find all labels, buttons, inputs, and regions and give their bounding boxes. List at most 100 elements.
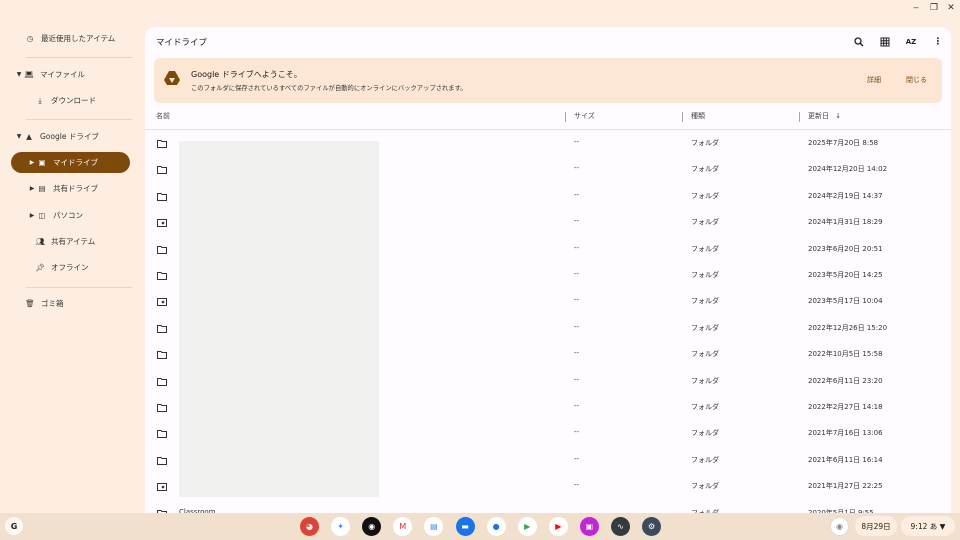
sidebar-item-shared-items[interactable]: 👥︎ 共有アイテム [34,231,153,252]
file-modified: 2021年1月27日 22:25 [808,482,883,491]
more-options-icon[interactable]: ⋮ [931,35,945,49]
minimize-button[interactable]: ‒ [909,3,923,13]
folder-icon [157,192,167,201]
file-type: フォルダ [691,244,719,253]
sort-az-icon[interactable]: AZ [904,35,918,49]
page-title: マイドライブ [156,38,208,48]
search-icon[interactable] [852,35,866,49]
gemini-app-icon[interactable]: ✦ [331,517,351,536]
drive-icon: ▲ [26,132,32,141]
files-app-icon[interactable]: ▬ [455,517,475,536]
file-modified: 2023年6月20日 20:51 [808,244,883,253]
sidebar-item-my-drive[interactable]: ▶ ▣ マイドライブ [11,152,130,173]
messages-app-icon[interactable]: ● [486,517,506,536]
sidebar-item-computers[interactable]: ▶ ◫ パソコン [11,205,130,226]
column-resize-handle[interactable] [565,112,566,122]
ime-indicator: あ [929,521,938,531]
file-modified: 2024年12月20日 14:02 [808,165,888,174]
restore-button[interactable]: ❐ [927,3,941,13]
file-modified: 2021年6月11日 16:14 [808,455,883,464]
wifi-icon: ▼ [939,521,946,531]
clock: 9:12 [910,521,928,531]
chrome-app-icon[interactable]: ◕ [300,517,319,536]
file-size: -- [574,322,580,331]
avatar[interactable]: ◉ [830,517,849,536]
folder-icon [157,140,167,148]
folder-icon [157,324,167,333]
column-header-name[interactable]: 名前 [156,111,170,121]
shared-folder-icon [157,298,167,307]
caret-right-icon[interactable]: ▶ [28,212,36,219]
grid-view-icon[interactable] [878,35,892,49]
settings-app-icon[interactable]: ⚙ [642,517,662,536]
redacted-names-placeholder [179,141,379,497]
file-modified: 2022年2月27日 14:18 [808,403,883,411]
file-list-panel: マイドライブ AZ ⋮ Google ドライブへようこそ。 このフォルダに保存さ… [145,27,951,517]
sidebar-item-downloads[interactable]: ⤓ ダウンロード [34,90,153,111]
file-type: フォルダ [691,455,719,464]
sidebar-item-google-drive[interactable]: ▼ ▲ Google ドライブ [15,126,134,147]
file-type: フォルダ [691,403,719,411]
folder-icon [157,456,167,465]
folder-icon [157,377,167,386]
shared-drive-icon: ▤ [38,184,46,193]
label: ゴミ箱 [41,299,64,308]
caret-down-icon[interactable]: ▼ [15,71,23,78]
youtube-app-icon[interactable]: ▶ [548,517,568,536]
label: マイファイル [40,70,85,79]
file-type: フォルダ [691,271,719,279]
label: オフライン [51,263,89,272]
date-tray[interactable]: 8月29日 [855,516,897,536]
trash-icon: 🗑︎ [25,299,35,308]
sidebar-item-shared-drives[interactable]: ▶ ▤ 共有ドライブ [11,178,130,199]
file-type: フォルダ [691,218,719,227]
column-resize-handle[interactable] [682,112,683,122]
file-type: フォルダ [691,350,719,359]
window-titlebar: ‒ ❐ ✕ [0,0,960,20]
meet-app-icon[interactable]: ▶ [517,517,537,536]
launcher-button[interactable]: G [5,517,23,535]
column-header-type[interactable]: 種類 [691,111,705,121]
sidebar-item-trash[interactable]: 🗑︎ ゴミ箱 [24,293,143,314]
sidebar: ◷ 最近使用したアイテム ▼ 💻︎ マイファイル ⤓ ダウンロード ▼ ▲ Google ド… [0,20,145,513]
welcome-banner: Google ドライブへようこそ。 このフォルダに保存されているすべてのファイル… [154,58,942,103]
sidebar-item-offline[interactable]: 📌︎ オフライン [34,257,153,278]
file-size: -- [574,138,580,146]
close-button[interactable]: ✕ [944,3,958,13]
dismiss-button[interactable]: 閉じる [906,75,927,85]
divider [26,57,132,58]
details-button[interactable]: 詳細 [867,75,881,85]
folder-icon [157,404,167,412]
caret-down-icon[interactable]: ▼ [15,133,23,140]
file-type: フォルダ [691,376,719,385]
folder-icon [157,351,167,360]
people-icon: 👥︎ [35,237,45,246]
shelf [0,513,960,540]
diagnostics-app-icon[interactable]: ∿ [611,517,630,536]
file-modified: 2022年6月11日 23:20 [808,376,883,385]
file-type: フォルダ [691,165,719,174]
file-type: フォルダ [691,297,719,306]
sidebar-item-my-files[interactable]: ▼ 💻︎ マイファイル [15,64,134,85]
status-tray[interactable]: 9:12 あ ▼ [901,516,955,536]
column-header-size[interactable]: サイズ [574,111,595,121]
laptop-icon: 💻︎ [24,70,34,79]
label: Google ドライブ [40,132,99,141]
divider [26,119,132,120]
column-resize-handle[interactable] [799,112,800,122]
shared-folder-icon [157,483,167,492]
folder-icon [157,166,167,175]
file-modified: 2024年2月19日 14:37 [808,191,883,200]
file-size: -- [574,296,580,305]
file-type: フォルダ [691,323,719,332]
file-size: -- [574,428,580,437]
label: 共有ドライブ [53,184,98,193]
sidebar-item-recent[interactable]: ◷ 最近使用したアイテム [24,28,143,49]
file-size: -- [574,243,580,252]
column-header-modified[interactable]: 更新日 ↓ [808,111,841,121]
caret-right-icon[interactable]: ▶ [28,159,36,166]
gallery-app-icon[interactable]: ▣ [579,517,599,536]
file-size: -- [574,217,580,226]
shared-folder-icon [157,219,167,228]
caret-right-icon[interactable]: ▶ [28,185,36,192]
